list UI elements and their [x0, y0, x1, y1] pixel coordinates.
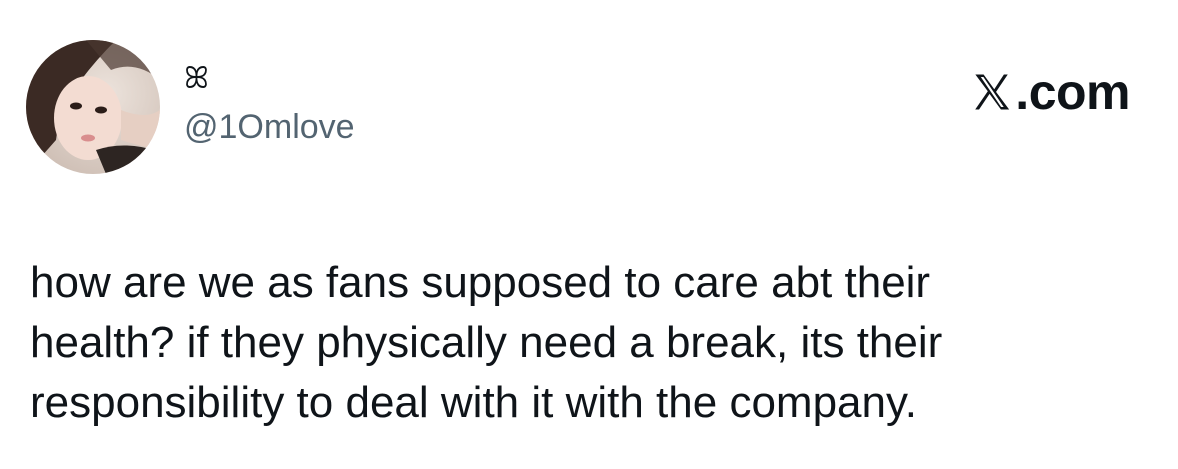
tweet-header: ꕤ @1Omlove [26, 40, 355, 174]
author-display-name[interactable]: ꕤ [184, 61, 355, 97]
author-handle[interactable]: @1Omlove [184, 107, 355, 147]
tweet-card: ꕤ @1Omlove .com how are we as fans suppo… [0, 0, 1178, 469]
x-logo-icon [971, 71, 1013, 113]
avatar-image [26, 40, 160, 174]
author-identity: ꕤ @1Omlove [184, 61, 355, 147]
tweet-text: how are we as fans supposed to care abt … [30, 258, 943, 427]
avatar[interactable] [26, 40, 160, 174]
brand-watermark: .com [971, 66, 1130, 118]
brand-label: .com [1015, 64, 1130, 120]
